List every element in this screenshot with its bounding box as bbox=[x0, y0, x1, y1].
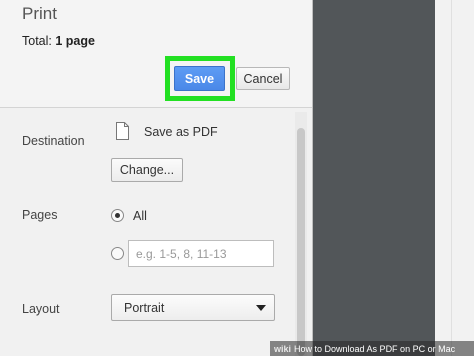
total-prefix: Total: bbox=[22, 34, 56, 48]
pages-all-radio[interactable] bbox=[111, 209, 124, 222]
page-title: Print bbox=[22, 4, 57, 23]
pages-all-label: All bbox=[133, 209, 147, 223]
caption-brand: wiki bbox=[274, 343, 292, 354]
pages-custom-radio[interactable] bbox=[111, 247, 124, 260]
wikihow-caption: wiki How to Download As PDF on PC or Mac bbox=[270, 341, 474, 356]
pdf-file-icon bbox=[116, 122, 129, 140]
layout-label: Layout bbox=[22, 302, 60, 316]
pages-label: Pages bbox=[22, 208, 58, 222]
destination-value: Save as PDF bbox=[144, 125, 218, 139]
change-destination-button[interactable]: Change... bbox=[111, 158, 183, 182]
save-button[interactable]: Save bbox=[174, 66, 225, 91]
cancel-button[interactable]: Cancel bbox=[236, 67, 290, 90]
scrollbar-thumb[interactable] bbox=[297, 128, 305, 356]
total-pages: Total: 1 page bbox=[22, 34, 95, 48]
print-settings-panel: Print Total: 1 page Save Cancel Destinat… bbox=[0, 0, 312, 356]
total-count: 1 page bbox=[55, 34, 95, 48]
print-header: Print Total: 1 page Save Cancel bbox=[0, 0, 312, 108]
print-preview-area bbox=[313, 0, 435, 356]
layout-select[interactable]: Portrait bbox=[111, 294, 275, 321]
destination-label: Destination bbox=[22, 134, 85, 148]
preview-page-edge bbox=[435, 0, 474, 356]
caption-text: How to Download As PDF on PC or Mac bbox=[294, 343, 456, 354]
pages-range-input[interactable] bbox=[128, 240, 274, 267]
chevron-down-icon bbox=[256, 305, 266, 311]
preview-page-line bbox=[451, 0, 452, 356]
layout-selected-value: Portrait bbox=[124, 301, 165, 315]
